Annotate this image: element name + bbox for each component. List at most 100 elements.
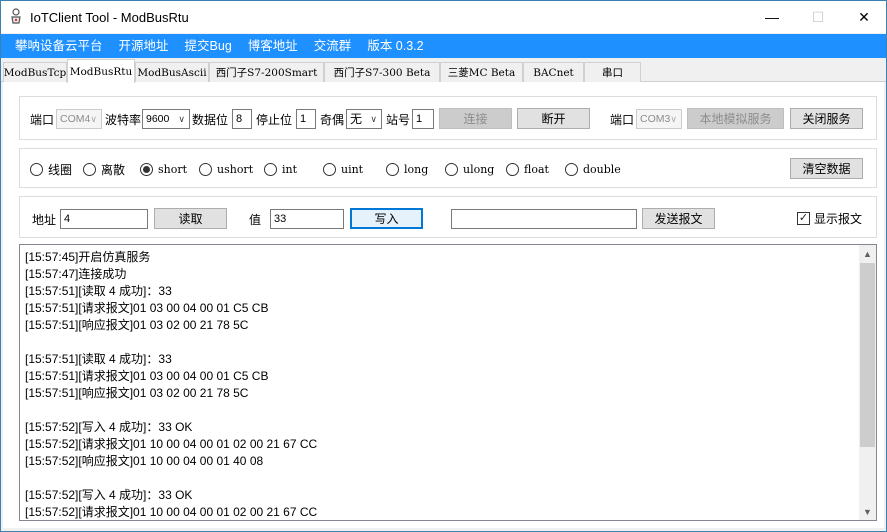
radio-indicator bbox=[83, 162, 96, 176]
write-button[interactable]: 写入 bbox=[350, 208, 423, 229]
tab-s7-200smart[interactable]: 西门子S7-200Smart bbox=[209, 62, 324, 82]
address-input[interactable]: 4 bbox=[60, 209, 148, 229]
tab-serial-port[interactable]: 串口 bbox=[584, 62, 641, 82]
tab-mitsubishi-mc[interactable]: 三菱MC Beta bbox=[440, 62, 523, 82]
close-button[interactable]: ✕ bbox=[841, 1, 886, 33]
log-line: [15:57:52][响应报文]01 10 00 04 00 01 40 08 bbox=[25, 454, 264, 468]
databits-input[interactable]: 8 bbox=[232, 109, 252, 129]
log-line: [15:57:52][请求报文]01 10 00 04 00 01 02 00 … bbox=[25, 505, 318, 519]
connection-group: 端口 COM4 ∨ 波特率 9600 ∨ 数据位 8 停止位 1 奇偶 无 ∨ 站号 … bbox=[19, 96, 877, 140]
chevron-down-icon: ∨ bbox=[178, 114, 185, 124]
tab-modbustcp[interactable]: ModBusTcp bbox=[3, 62, 67, 82]
tab-modbusrtu[interactable]: ModBusRtu bbox=[67, 59, 135, 83]
log-line: [15:57:52][请求报文]01 10 00 04 00 01 02 00 … bbox=[25, 437, 318, 451]
scroll-down-icon[interactable]: ▼ bbox=[859, 503, 876, 520]
radio-coil[interactable]: 线圈 bbox=[30, 161, 72, 177]
show-message-label: 显示报文 bbox=[814, 212, 863, 226]
scroll-up-icon[interactable]: ▲ bbox=[859, 245, 876, 262]
log-line: [15:57:52][写入 4 成功]：33 OK bbox=[25, 488, 193, 502]
radio-indicator-selected bbox=[140, 162, 153, 176]
station-label: 站号 bbox=[386, 113, 411, 127]
radio-short[interactable]: short bbox=[140, 161, 187, 177]
chevron-down-icon: ∨ bbox=[670, 114, 677, 124]
value-label: 值 bbox=[249, 213, 262, 227]
radio-indicator bbox=[565, 162, 578, 176]
radio-ulong[interactable]: ulong bbox=[445, 161, 494, 177]
parity-select[interactable]: 无 ∨ bbox=[346, 109, 382, 129]
connect-button[interactable]: 连接 bbox=[439, 108, 512, 129]
radio-long[interactable]: long bbox=[386, 161, 428, 177]
clear-data-button[interactable]: 清空数据 bbox=[790, 158, 863, 179]
scrollbar-thumb[interactable] bbox=[860, 263, 875, 447]
radio-indicator bbox=[386, 162, 399, 176]
port-select[interactable]: COM4 ∨ bbox=[56, 109, 102, 129]
send-message-button[interactable]: 发送报文 bbox=[642, 208, 715, 229]
log-line: [15:57:51][读取 4 成功]：33 bbox=[25, 284, 172, 298]
app-icon bbox=[11, 8, 21, 24]
station-input[interactable]: 1 bbox=[412, 109, 434, 129]
vertical-scrollbar[interactable]: ▲ ▼ bbox=[859, 245, 876, 520]
chevron-down-icon: ∨ bbox=[90, 114, 97, 124]
stopbits-label: 停止位 bbox=[256, 113, 293, 127]
window-title: IoTClient Tool - ModBusRtu bbox=[30, 10, 189, 25]
menu-item-cloud-platform[interactable]: 攀呐设备云平台 bbox=[7, 34, 111, 58]
read-button[interactable]: 读取 bbox=[154, 208, 227, 229]
sim-port-label: 端口 bbox=[610, 113, 635, 127]
radio-uint[interactable]: uint bbox=[323, 161, 363, 177]
baud-select[interactable]: 9600 ∨ bbox=[142, 109, 190, 129]
stopbits-input[interactable]: 1 bbox=[296, 109, 316, 129]
databits-label: 数据位 bbox=[192, 113, 229, 127]
sim-port-select[interactable]: COM3 ∨ bbox=[636, 109, 682, 129]
radio-indicator bbox=[323, 162, 336, 176]
show-message-checkbox[interactable]: ✓ 显示报文 bbox=[797, 210, 862, 227]
tab-s7-300[interactable]: 西门子S7-300 Beta bbox=[324, 62, 440, 82]
radio-indicator bbox=[445, 162, 458, 176]
radio-indicator bbox=[199, 162, 212, 176]
radio-indicator bbox=[506, 162, 519, 176]
log-line: [15:57:51][请求报文]01 03 00 04 00 01 C5 CB bbox=[25, 301, 269, 315]
tab-modbusascii[interactable]: ModBusAscii bbox=[135, 62, 209, 82]
menu-bar: 攀呐设备云平台 开源地址 提交Bug 博客地址 交流群 版本 0.3.2 bbox=[1, 34, 886, 58]
local-sim-service-button[interactable]: 本地模拟服务 bbox=[687, 108, 784, 129]
tab-content: 端口 COM4 ∨ 波特率 9600 ∨ 数据位 8 停止位 1 奇偶 无 ∨ 站号 … bbox=[3, 82, 884, 528]
menu-item-submit-bug[interactable]: 提交Bug bbox=[177, 34, 240, 58]
address-label: 地址 bbox=[32, 213, 57, 227]
log-line: [15:57:47]连接成功 bbox=[25, 267, 127, 281]
menu-item-blog[interactable]: 博客地址 bbox=[240, 34, 306, 58]
menu-item-group[interactable]: 交流群 bbox=[306, 34, 360, 58]
baud-label: 波特率 bbox=[105, 113, 142, 127]
close-service-button[interactable]: 关闭服务 bbox=[790, 108, 863, 129]
chevron-down-icon: ∨ bbox=[370, 114, 377, 124]
tab-strip: ModBusTcp ModBusRtu ModBusAscii 西门子S7-20… bbox=[1, 58, 886, 83]
menu-item-version[interactable]: 版本 0.3.2 bbox=[359, 34, 431, 58]
radio-double[interactable]: double bbox=[565, 161, 621, 177]
port-label: 端口 bbox=[30, 113, 55, 127]
log-lines: [15:57:45]开启仿真服务 [15:57:47]连接成功 [15:57:5… bbox=[25, 249, 855, 520]
minimize-button[interactable]: — bbox=[749, 1, 795, 33]
app-window: IoTClient Tool - ModBusRtu — ☐ ✕ 攀呐设备云平台… bbox=[0, 0, 887, 532]
maximize-button[interactable]: ☐ bbox=[795, 1, 841, 33]
tab-bacnet[interactable]: BACnet bbox=[523, 62, 584, 82]
log-line: [15:57:51][请求报文]01 03 00 04 00 01 C5 CB bbox=[25, 369, 269, 383]
radio-int[interactable]: int bbox=[264, 161, 297, 177]
read-write-group: 地址 4 读取 值 33 写入 发送报文 ✓ 显示报文 bbox=[19, 196, 877, 238]
menu-item-source[interactable]: 开源地址 bbox=[111, 34, 177, 58]
log-output[interactable]: [15:57:45]开启仿真服务 [15:57:47]连接成功 [15:57:5… bbox=[19, 244, 877, 521]
log-line: [15:57:51][响应报文]01 03 02 00 21 78 5C bbox=[25, 318, 249, 332]
radio-indicator bbox=[264, 162, 277, 176]
value-input[interactable]: 33 bbox=[270, 209, 344, 229]
radio-discrete[interactable]: 离散 bbox=[83, 161, 125, 177]
disconnect-button[interactable]: 断开 bbox=[517, 108, 590, 129]
log-line: [15:57:52][写入 4 成功]：33 OK bbox=[25, 420, 193, 434]
log-line: [15:57:51][读取 4 成功]：33 bbox=[25, 352, 172, 366]
radio-float[interactable]: float bbox=[506, 161, 549, 177]
datatype-group: 线圈 离散 short ushort int uint long ulong f… bbox=[19, 148, 877, 188]
log-line: [15:57:51][响应报文]01 03 02 00 21 78 5C bbox=[25, 386, 249, 400]
send-message-input[interactable] bbox=[451, 209, 637, 229]
log-line: [15:57:45]开启仿真服务 bbox=[25, 250, 151, 264]
title-bar: IoTClient Tool - ModBusRtu — ☐ ✕ bbox=[1, 1, 886, 33]
radio-ushort[interactable]: ushort bbox=[199, 161, 253, 177]
